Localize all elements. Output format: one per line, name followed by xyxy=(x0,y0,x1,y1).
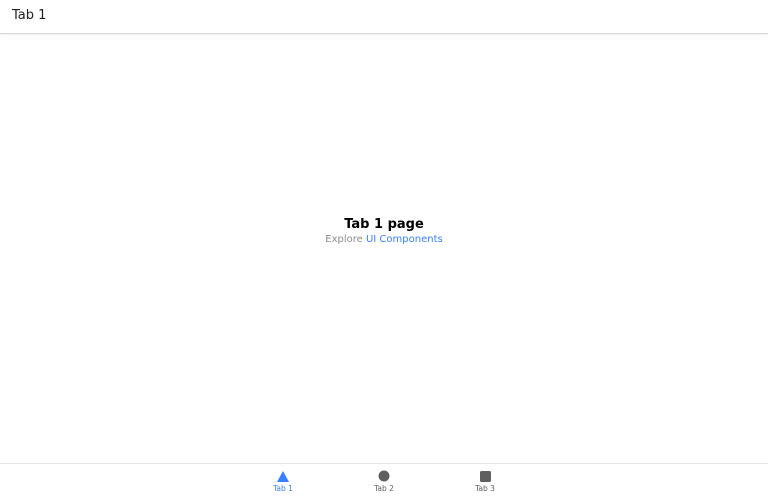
page-heading: Tab 1 page xyxy=(344,217,424,232)
tab-3[interactable]: Tab 3 xyxy=(445,464,525,497)
tab-2[interactable]: Tab 2 xyxy=(344,464,424,497)
app-root: Tab 1 Tab 1 page Explore UI Components T… xyxy=(0,0,768,497)
explore-line: Explore UI Components xyxy=(0,233,768,247)
empty-state: Tab 1 page Explore UI Components xyxy=(0,217,768,247)
tab-3-label: Tab 3 xyxy=(475,484,495,493)
ui-components-link[interactable]: UI Components xyxy=(366,234,443,245)
circle-icon xyxy=(344,469,424,483)
page-title: Tab 1 xyxy=(12,8,47,23)
tab-2-label: Tab 2 xyxy=(374,484,394,493)
main-content: Tab 1 page Explore UI Components xyxy=(0,34,768,463)
tab-bar: Tab 1 Tab 2 Tab 3 xyxy=(0,463,768,497)
explore-text: Explore xyxy=(325,234,366,245)
square-icon xyxy=(445,469,525,483)
tab-1[interactable]: Tab 1 xyxy=(243,464,323,497)
top-toolbar: Tab 1 xyxy=(0,0,768,34)
tab-1-label: Tab 1 xyxy=(273,484,293,493)
triangle-icon xyxy=(243,469,323,483)
